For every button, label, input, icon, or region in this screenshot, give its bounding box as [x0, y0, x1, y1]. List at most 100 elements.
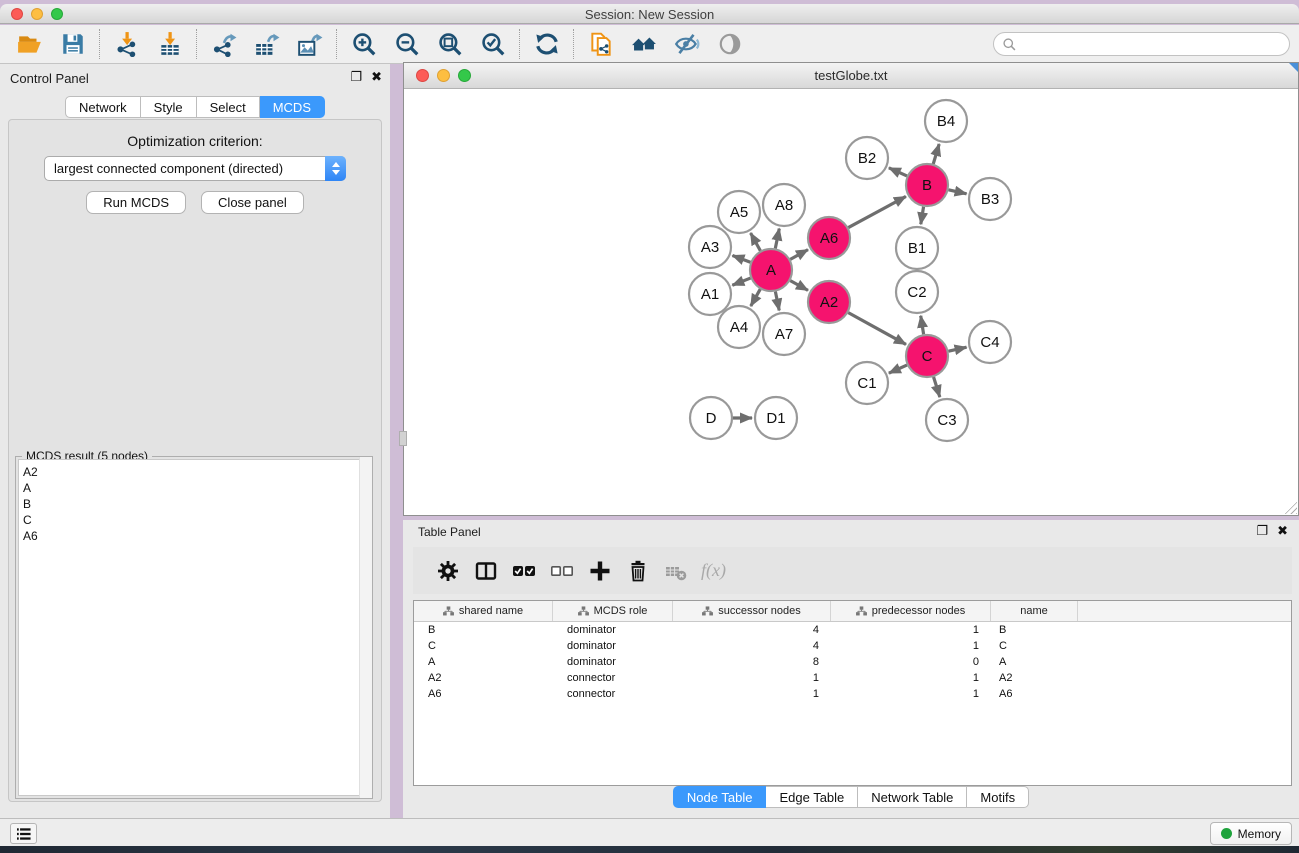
- float-panel-icon[interactable]: ❐: [1256, 524, 1268, 538]
- edge-A2-C[interactable]: [848, 313, 906, 345]
- column-header-successor-nodes[interactable]: successor nodes: [673, 601, 831, 621]
- result-item[interactable]: A6: [23, 528, 369, 544]
- edge-A-A8[interactable]: [775, 229, 779, 249]
- search-input[interactable]: [1021, 37, 1281, 51]
- result-item[interactable]: B: [23, 496, 369, 512]
- table-row[interactable]: Cdominator41C: [414, 638, 1291, 654]
- edge-A-A2[interactable]: [790, 281, 808, 291]
- edge-C-C4[interactable]: [948, 347, 966, 351]
- table-row[interactable]: A2connector11A2: [414, 670, 1291, 686]
- tab-network-table[interactable]: Network Table: [858, 786, 967, 808]
- cell: A2: [414, 672, 553, 684]
- dropdown-stepper-icon: [325, 156, 346, 181]
- node-label-A6: A6: [820, 230, 838, 247]
- tab-node-table[interactable]: Node Table: [673, 786, 767, 808]
- edge-B-B1[interactable]: [921, 207, 924, 225]
- delete-column-button[interactable]: [619, 552, 657, 590]
- node-label-C: C: [922, 348, 933, 365]
- select-all-button[interactable]: [505, 552, 543, 590]
- search-icon: [1002, 37, 1017, 52]
- task-history-button[interactable]: [10, 823, 37, 844]
- column-sort-icon: [856, 606, 867, 616]
- result-item[interactable]: A: [23, 480, 369, 496]
- column-header-predecessor-nodes[interactable]: predecessor nodes: [831, 601, 991, 621]
- tab-select[interactable]: Select: [197, 96, 260, 118]
- column-visibility-button[interactable]: [467, 552, 505, 590]
- column-header-name[interactable]: name: [991, 601, 1078, 621]
- node-label-B3: B3: [981, 191, 999, 208]
- close-panel-icon[interactable]: ✖: [371, 70, 382, 84]
- network-window-titlebar[interactable]: testGlobe.txt: [404, 63, 1298, 89]
- criterion-dropdown[interactable]: largest connected component (directed): [44, 156, 346, 181]
- show-all-button[interactable]: [708, 27, 751, 61]
- column-sort-icon: [702, 606, 713, 616]
- column-header-MCDS-role[interactable]: MCDS role: [553, 601, 673, 621]
- network-canvas[interactable]: AA1A2A3A4A5A6A7A8BB1B2B3B4CC1C2C3C4DD1: [404, 90, 1298, 515]
- cell: 1: [831, 640, 991, 652]
- close-panel-button[interactable]: Close panel: [201, 191, 304, 214]
- column-header-shared-name[interactable]: shared name: [414, 601, 553, 621]
- mcds-tab-content: Optimization criterion: largest connecte…: [8, 119, 382, 802]
- screen: Session: New Session: [0, 0, 1299, 853]
- edge-B-B4[interactable]: [933, 144, 939, 164]
- delete-table-button[interactable]: [657, 552, 695, 590]
- tab-style[interactable]: Style: [141, 96, 197, 118]
- edge-A-A7[interactable]: [775, 292, 779, 311]
- node-label-A5: A5: [730, 204, 748, 221]
- mcds-result-list[interactable]: A2ABCA6: [18, 459, 370, 796]
- hide-selected-button[interactable]: [665, 27, 708, 61]
- edge-A6-B[interactable]: [848, 196, 906, 227]
- duplicate-network-button[interactable]: [579, 27, 622, 61]
- node-label-A2: A2: [820, 294, 838, 311]
- edge-A-A5[interactable]: [751, 233, 761, 251]
- import-network-button[interactable]: [105, 27, 148, 61]
- function-builder-button[interactable]: f(x): [701, 560, 726, 581]
- edge-A-A3[interactable]: [732, 255, 750, 262]
- edge-A-A4[interactable]: [751, 289, 760, 306]
- edge-B-B2[interactable]: [889, 168, 907, 176]
- run-mcds-button[interactable]: Run MCDS: [86, 191, 186, 214]
- tab-network[interactable]: Network: [65, 96, 141, 118]
- edge-A-A6[interactable]: [790, 250, 808, 260]
- zoom-fit-button[interactable]: [428, 27, 471, 61]
- table-row[interactable]: Adominator80A: [414, 654, 1291, 670]
- edge-C-C2[interactable]: [921, 316, 924, 335]
- edge-C-C3[interactable]: [934, 377, 940, 397]
- export-image-button[interactable]: [288, 27, 331, 61]
- float-panel-icon[interactable]: ❐: [350, 70, 362, 84]
- tab-motifs[interactable]: Motifs: [967, 786, 1029, 808]
- deselect-all-button[interactable]: [543, 552, 581, 590]
- memory-button[interactable]: Memory: [1210, 822, 1292, 845]
- splitter-handle[interactable]: [399, 431, 407, 446]
- export-network-button[interactable]: [202, 27, 245, 61]
- edge-B-B3[interactable]: [948, 190, 966, 194]
- cell: 1: [831, 624, 991, 636]
- tab-edge-table[interactable]: Edge Table: [766, 786, 858, 808]
- refresh-button[interactable]: [525, 27, 568, 61]
- node-label-A7: A7: [775, 326, 793, 343]
- import-table-button[interactable]: [148, 27, 191, 61]
- zoom-selected-button[interactable]: [471, 27, 514, 61]
- cell: dominator: [553, 656, 673, 668]
- table-panel: Table Panel ❐ ✖: [403, 520, 1299, 818]
- zoom-in-button[interactable]: [342, 27, 385, 61]
- table-row[interactable]: Bdominator41B: [414, 622, 1291, 638]
- save-session-button[interactable]: [51, 27, 94, 61]
- table-options-button[interactable]: [429, 552, 467, 590]
- cell: A6: [414, 688, 553, 700]
- result-scrollbar[interactable]: [359, 457, 372, 798]
- table-row[interactable]: A6connector11A6: [414, 686, 1291, 702]
- cell: 8: [673, 656, 831, 668]
- result-item[interactable]: C: [23, 512, 369, 528]
- first-neighbors-button[interactable]: [622, 27, 665, 61]
- export-table-button[interactable]: [245, 27, 288, 61]
- edge-A-A1[interactable]: [732, 278, 750, 285]
- result-item[interactable]: A2: [23, 464, 369, 480]
- add-column-button[interactable]: [581, 552, 619, 590]
- close-panel-icon[interactable]: ✖: [1277, 524, 1288, 538]
- tab-mcds[interactable]: MCDS: [260, 96, 325, 118]
- open-session-button[interactable]: [8, 27, 51, 61]
- network-window-title: testGlobe.txt: [404, 68, 1298, 83]
- edge-C-C1[interactable]: [889, 365, 907, 373]
- zoom-out-button[interactable]: [385, 27, 428, 61]
